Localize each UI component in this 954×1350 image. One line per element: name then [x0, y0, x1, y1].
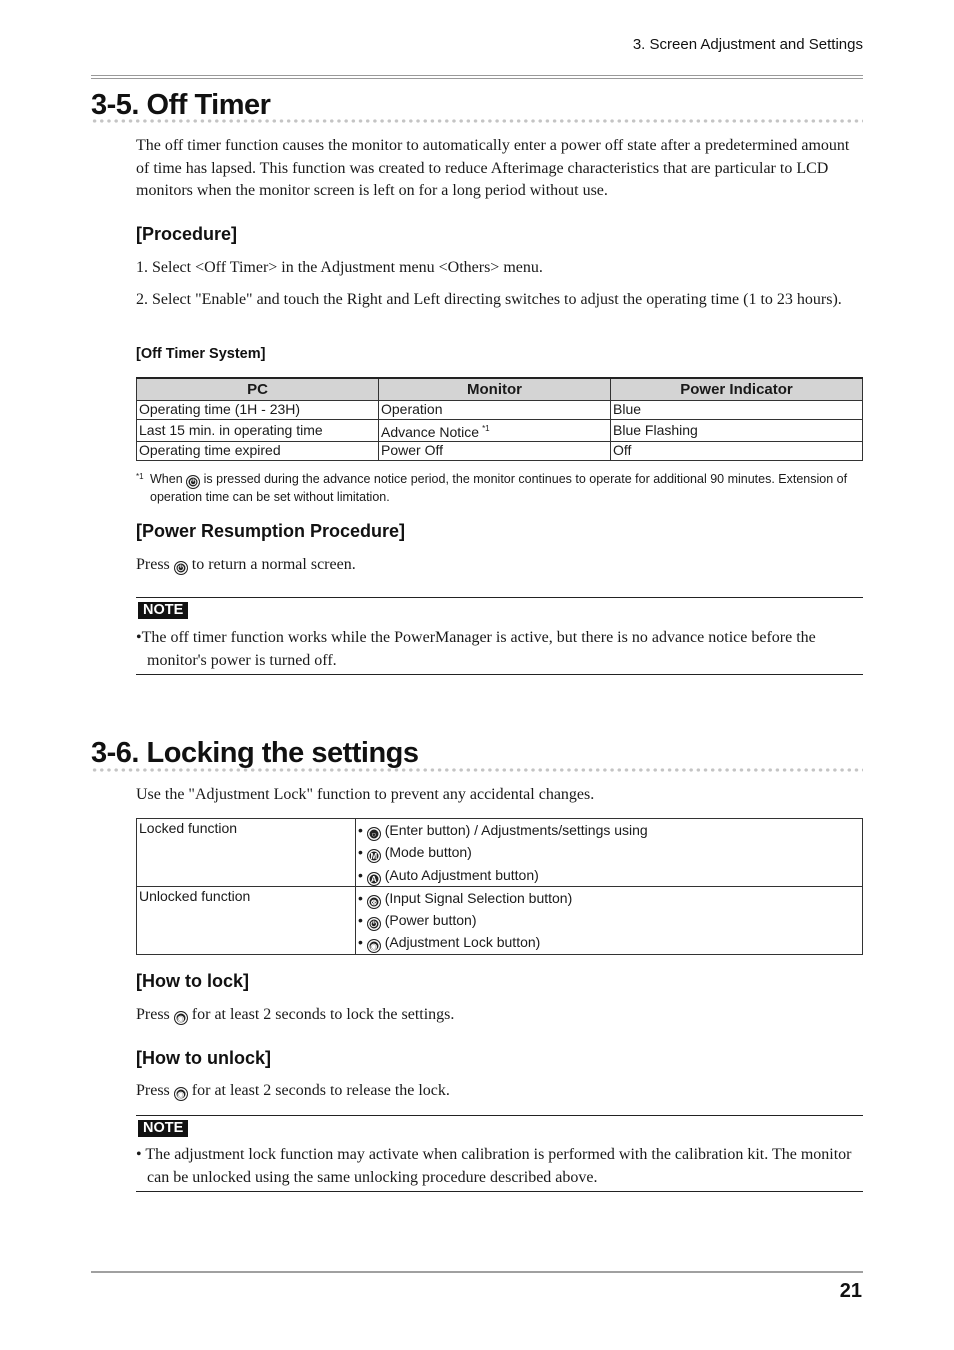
table-row: Operating time (1H - 23H) Operation Blue: [136, 399, 863, 420]
row-label: Locked function: [136, 818, 356, 887]
section-title-off-timer: 3-5. Off Timer: [91, 89, 271, 121]
dotted-divider: [91, 768, 863, 772]
power-resumption-heading: [Power Resumption Procedure]: [136, 521, 406, 541]
table-cell: Blue Flashing: [610, 418, 863, 442]
note-text: •The off timer function works while the …: [136, 629, 816, 669]
table-cell: Blue: [610, 399, 863, 420]
adjustment-lock-button-icon: ◉: [173, 1011, 188, 1025]
how-to-lock-text: Press ◉ for at least 2 seconds to lock t…: [136, 1004, 863, 1027]
item-text: (Mode button): [384, 844, 472, 861]
power-button-icon: ⏻: [186, 475, 201, 489]
how-to-unlock-heading: [How to unlock]: [136, 1048, 271, 1068]
adjustment-lock-button-icon: ◉: [173, 1087, 188, 1101]
text-start: Press: [136, 1006, 170, 1023]
mode-button-icon: M: [366, 849, 381, 864]
how-to-lock-heading: [How to lock]: [136, 971, 249, 991]
table-cell: • ○ (Enter button) / Adjustments/setting…: [355, 818, 863, 887]
section-title-locking: 3-6. Locking the settings: [91, 737, 419, 769]
power-button-icon: ⏻: [366, 917, 381, 932]
procedure-step-2: 2. Select "Enable" and touch the Right a…: [136, 291, 842, 308]
table-cell: • ⊗ (Input Signal Selection button) • ⏻ …: [355, 885, 863, 955]
adjustment-lock-button-icon: ◉: [366, 939, 381, 954]
lock-function-table: Locked function • ○ (Enter button) / Adj…: [136, 818, 863, 955]
text-start: Press: [136, 1082, 170, 1099]
text-end: for at least 2 seconds to lock the setti…: [191, 1006, 455, 1023]
auto-adjust-button-icon: A: [366, 871, 381, 886]
note-box: NOTE •The off timer function works while…: [136, 597, 863, 675]
list-item: • ⏻ (Power button): [358, 912, 477, 932]
list-item: • A (Auto Adjustment button): [358, 866, 539, 886]
item-text: (Power button): [384, 912, 477, 929]
locking-intro: Use the "Adjustment Lock" function to pr…: [136, 786, 595, 803]
table-cell: Operation: [378, 399, 611, 420]
cell-text: Advance Notice: [381, 423, 480, 440]
running-header: 3. Screen Adjustment and Settings: [632, 36, 863, 53]
footnote-reference: *1: [482, 423, 490, 433]
text-start: Press: [136, 556, 170, 573]
table-cell: Power Off: [378, 440, 611, 461]
footnote: *1 When ⏻ is pressed during the advance …: [136, 471, 863, 506]
footer-rule: [91, 1271, 863, 1273]
note-box: NOTE • The adjustment lock function may …: [136, 1115, 863, 1192]
power-resumption-text: Press ⏻ to return a normal screen.: [136, 554, 863, 577]
note-badge: NOTE: [138, 602, 189, 619]
off-timer-intro: The off timer function causes the monito…: [136, 137, 850, 199]
page-number: 21: [839, 1280, 862, 1302]
table-cell: Operating time expired: [136, 440, 379, 461]
column-header: Power Indicator: [610, 377, 863, 401]
footnote-text-end: is pressed during the advance notice per…: [150, 472, 848, 504]
table-row: Unlocked function • ⊗ (Input Signal Sele…: [136, 885, 863, 955]
footnote-text-start: When: [150, 472, 183, 486]
column-header: Monitor: [378, 377, 611, 401]
input-select-button-icon: ⊗: [366, 894, 381, 909]
item-text: (Input Signal Selection button): [384, 889, 573, 906]
footnote-mark: *1: [136, 472, 144, 481]
procedure-step-1: 1. Select <Off Timer> in the Adjustment …: [136, 259, 543, 276]
text-end: for at least 2 seconds to release the lo…: [191, 1082, 450, 1099]
list-item: • ⊗ (Input Signal Selection button): [358, 889, 573, 909]
table-row: Locked function • ○ (Enter button) / Adj…: [136, 818, 863, 887]
note-badge: NOTE: [138, 1120, 189, 1137]
table-cell: Advance Notice *1: [378, 418, 611, 442]
list-item: • M (Mode button): [358, 844, 472, 864]
list-item: • ◉ (Adjustment Lock button): [358, 934, 541, 954]
list-item: • ○ (Enter button) / Adjustments/setting…: [358, 822, 648, 841]
table-header-row: PC Monitor Power Indicator: [136, 377, 863, 401]
table-cell: Operating time (1H - 23H): [136, 399, 379, 420]
item-text: (Enter button) / Adjustments/settings us…: [384, 822, 648, 838]
item-text: (Adjustment Lock button): [384, 934, 541, 951]
power-button-icon: ⏻: [173, 561, 188, 575]
enter-button-icon: ○: [366, 827, 381, 841]
table-row: Last 15 min. in operating time Advance N…: [136, 418, 863, 442]
off-timer-table: PC Monitor Power Indicator Operating tim…: [136, 377, 863, 461]
dotted-divider: [91, 119, 863, 123]
item-text: (Auto Adjustment button): [384, 866, 539, 883]
text-end: to return a normal screen.: [191, 556, 356, 573]
note-text: • The adjustment lock function may activ…: [136, 1146, 852, 1186]
off-timer-system-heading: [Off Timer System]: [136, 346, 266, 362]
how-to-unlock-text: Press ◉ for at least 2 seconds to releas…: [136, 1080, 863, 1103]
column-header: PC: [136, 377, 379, 401]
header-rule: [91, 75, 863, 79]
row-label: Unlocked function: [136, 885, 356, 955]
procedure-heading: [Procedure]: [136, 224, 238, 244]
table-cell: Off: [610, 440, 863, 461]
table-cell: Last 15 min. in operating time: [136, 418, 379, 442]
table-row: Operating time expired Power Off Off: [136, 440, 863, 461]
